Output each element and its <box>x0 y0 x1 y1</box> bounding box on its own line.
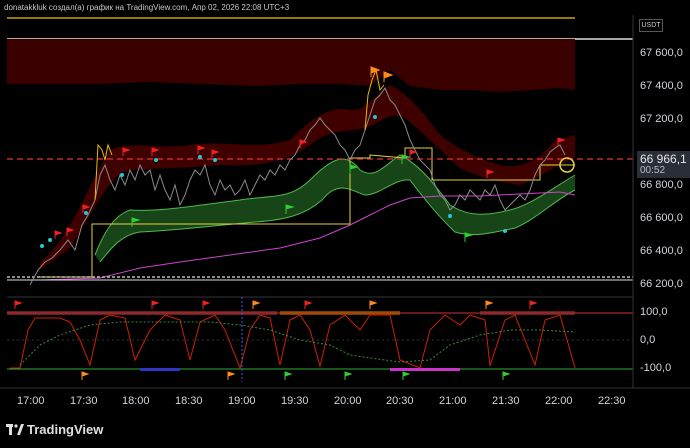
supply-zone <box>7 39 575 92</box>
bear-band <box>40 85 575 270</box>
footer <box>0 414 690 448</box>
time-tick: 18:30 <box>175 395 203 407</box>
bar-countdown: 00:52 <box>640 165 666 176</box>
time-tick: 17:00 <box>17 395 45 407</box>
time-tick: 17:30 <box>70 395 98 407</box>
current-price-badge: 66 966,1 00:52 <box>637 151 690 178</box>
indicator-tick: 100,0 <box>640 306 668 318</box>
time-tick: 20:30 <box>386 395 414 407</box>
time-tick: 20:00 <box>334 395 362 407</box>
price-tick: 67 600,0 <box>640 47 683 59</box>
osc-heat-strip <box>7 311 277 315</box>
currency-unit-label[interactable]: USDT <box>639 19 663 32</box>
time-tick: 18:00 <box>122 395 150 407</box>
osc-green-flags <box>284 371 511 380</box>
time-tick: 21:00 <box>439 395 467 407</box>
tradingview-logo-icon[interactable] <box>6 424 24 436</box>
price-tick: 66 200,0 <box>640 278 683 290</box>
price-tick: 67 400,0 <box>640 80 683 92</box>
current-price-value: 66 966,1 <box>640 152 687 166</box>
oscillator-signal <box>19 321 576 366</box>
price-tick: 66 600,0 <box>640 212 683 224</box>
time-tick: 22:30 <box>598 395 626 407</box>
time-tick: 22:00 <box>545 395 573 407</box>
osc-red-flags <box>14 300 538 309</box>
chart-canvas[interactable] <box>0 0 690 448</box>
price-tick: 66 800,0 <box>640 179 683 191</box>
price-tick: 67 200,0 <box>640 113 683 125</box>
indicator-tick: 0,0 <box>640 334 656 346</box>
price-series <box>29 86 566 286</box>
indicator-tick: -100,0 <box>640 362 672 374</box>
brand-name[interactable]: TradingView <box>27 422 103 437</box>
price-tick: 66 400,0 <box>640 245 683 257</box>
oscillator-line <box>10 314 576 370</box>
time-tick: 19:00 <box>228 395 256 407</box>
time-tick: 21:30 <box>492 395 520 407</box>
time-tick: 19:30 <box>281 395 309 407</box>
